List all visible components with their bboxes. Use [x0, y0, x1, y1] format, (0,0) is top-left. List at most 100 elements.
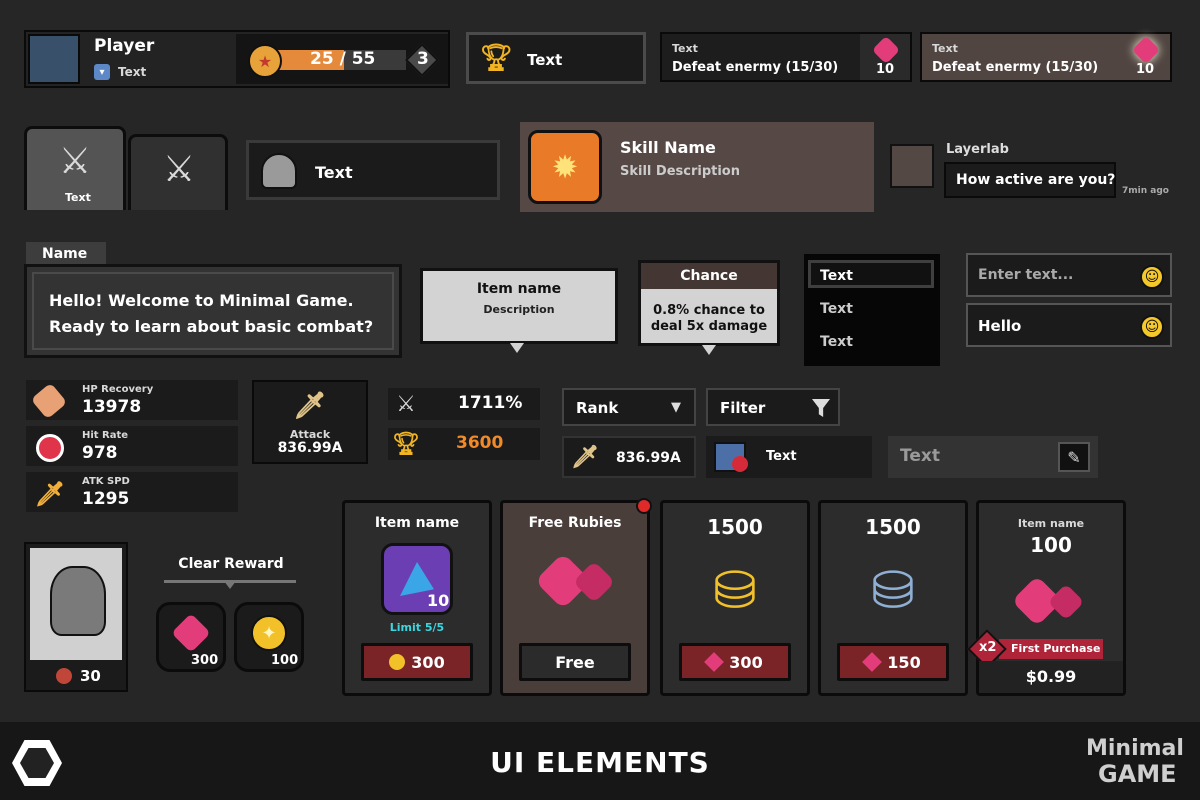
text-input-empty[interactable]: Enter text... ☺︎	[966, 253, 1172, 297]
shop-item-card-first[interactable]: Item name 100 First Purchase x2 $0.99	[967, 500, 1126, 696]
text-input-filled[interactable]: Hello ☺︎	[966, 303, 1172, 347]
gold-coin-icon	[389, 654, 406, 670]
stat-atk-spd: 🗡︎ ATK SPD 1295	[26, 472, 238, 512]
level-text: 3	[417, 49, 429, 69]
xp-bar: ★ 25 / 55 3	[236, 34, 448, 84]
chance-title: Chance	[680, 268, 738, 284]
player-sub: Text	[118, 65, 147, 79]
dropdown-menu: Text Text Text	[804, 254, 940, 366]
dialog-box: Hello! Welcome to Minimal Game. Ready to…	[24, 264, 402, 358]
character-icon	[50, 566, 106, 636]
skill-icon: ✹	[528, 130, 602, 204]
input-value: Hello	[978, 317, 1022, 335]
trophy-icon: 🏆︎	[479, 43, 513, 73]
tooltip-title: Item name	[476, 281, 562, 297]
chance-line1: 0.8% chance to	[653, 303, 765, 318]
stat-hit-rate: Hit Rate 978	[26, 426, 238, 466]
shop-item-card-free[interactable]: Free Rubies Free	[500, 500, 650, 696]
tooltip-desc: Description	[483, 303, 555, 316]
tab-active[interactable]: ⚔︎ Text	[24, 126, 126, 210]
quest-reward: 10	[1136, 62, 1155, 77]
bandage-icon	[30, 382, 68, 420]
menu-item[interactable]: Text	[820, 301, 853, 317]
trophy-box[interactable]: 🏆︎ Text	[466, 32, 646, 84]
helmet-icon	[261, 153, 297, 189]
clear-reward-title: Clear Reward	[178, 556, 284, 572]
smiley-icon[interactable]: ☺︎	[1140, 315, 1164, 339]
shop-item-card[interactable]: Item name 10 Limit 5/5 300	[342, 500, 492, 696]
chevron-down-icon: ▼	[671, 399, 681, 415]
buy-button[interactable]: 300	[361, 643, 473, 681]
reward-slot[interactable]: ✦ 100	[234, 602, 304, 672]
chance-line2: deal 5x damage	[650, 319, 768, 334]
skill-desc: Skill Description	[620, 164, 740, 179]
stat-hp: HP Recovery 13978	[26, 380, 238, 420]
chat-message: How active are you?	[956, 172, 1116, 188]
knight-row[interactable]: Text	[246, 140, 500, 200]
dialog-line2: Ready to learn about basic combat?	[49, 317, 374, 336]
sword-icon: 🗡︎	[34, 480, 66, 508]
xp-text: 25 / 55	[310, 49, 376, 69]
brand-line2: GAME	[1098, 760, 1177, 788]
chat-avatar	[890, 144, 934, 188]
knight-label: Text	[315, 163, 353, 182]
skill-card[interactable]: ✹ Skill Name Skill Description	[520, 122, 874, 212]
swords-icon: ⚔︎	[396, 391, 416, 417]
character-portrait[interactable]: 30	[24, 542, 128, 692]
pencil-icon[interactable]: ✎	[1058, 442, 1090, 472]
ruby-icon	[862, 652, 883, 672]
no-icon	[732, 456, 748, 472]
chance-tooltip: Chance 0.8% chance to deal 5x damage	[638, 260, 780, 346]
ruby-icon	[1131, 35, 1161, 65]
gold-row: 🏆︎ 3600	[388, 428, 540, 460]
trophy-label: Text	[527, 51, 563, 69]
menu-item[interactable]: Text	[820, 268, 853, 284]
player-name: Player	[94, 36, 155, 56]
notification-dot	[636, 498, 652, 514]
filter-dropdown[interactable]: Filter	[706, 388, 840, 426]
input-placeholder: Enter text...	[978, 267, 1074, 283]
shield-icon: ▾	[94, 64, 110, 80]
quest-title: Text	[672, 42, 698, 55]
free-button[interactable]: Free	[519, 643, 631, 681]
shop-item-card[interactable]: 1500 ⛁ 300	[660, 500, 810, 696]
shop-item-card[interactable]: 1500 ⛁ 150	[818, 500, 968, 696]
video-row[interactable]: Text	[706, 436, 872, 478]
reward-slot[interactable]: 300	[156, 602, 226, 672]
quest-desc: Defeat enermy (15/30)	[672, 60, 839, 75]
menu-item[interactable]: Text	[820, 334, 853, 350]
medal-icon: ★	[248, 44, 282, 78]
sword-icon: 🗡︎	[293, 391, 327, 421]
attack-field: 🗡︎ 836.99A	[562, 436, 696, 478]
dialog-name: Name	[42, 246, 88, 262]
ruby-icon	[572, 560, 616, 604]
ruby-icon	[171, 613, 211, 653]
quest-desc: Defeat enermy (15/30)	[932, 60, 1099, 75]
ruby-icon	[704, 652, 725, 672]
player-card: Player ▾ Text ★ 25 / 55 3	[24, 30, 450, 88]
quest-title: Text	[932, 42, 958, 55]
quest-card-highlight[interactable]: Text Defeat enermy (15/30) 10	[920, 32, 1172, 82]
tab-inactive[interactable]: ⚔︎	[128, 134, 228, 210]
buy-button[interactable]: 300	[679, 643, 791, 681]
attack-box: 🗡︎ Attack 836.99A	[252, 380, 368, 464]
skill-name: Skill Name	[620, 138, 716, 157]
filter-icon	[812, 399, 830, 417]
editable-field[interactable]: Text ✎	[888, 436, 1098, 478]
item-tooltip: Item name Description	[420, 268, 618, 344]
swords-icon: ⚔︎	[58, 140, 92, 182]
gold-coins-icon: ⛁	[713, 561, 757, 621]
target-icon	[36, 434, 64, 462]
rank-dropdown[interactable]: Rank ▼	[562, 388, 696, 426]
silver-coins-icon: ⛁	[871, 561, 915, 621]
swords-icon: ⚔︎	[162, 148, 196, 190]
sword-icon: 🗡︎	[571, 444, 599, 470]
dialog-line1: Hello! Welcome to Minimal Game.	[49, 291, 354, 310]
smiley-icon[interactable]: ☺︎	[1140, 265, 1164, 289]
ruby-icon	[1047, 583, 1085, 621]
chat-name: Layerlab	[946, 142, 1009, 157]
player-avatar[interactable]	[28, 34, 80, 84]
footer-title: UI ELEMENTS	[490, 746, 710, 779]
quest-card[interactable]: Text Defeat enermy (15/30) 10	[660, 32, 912, 82]
buy-button[interactable]: 150	[837, 643, 949, 681]
